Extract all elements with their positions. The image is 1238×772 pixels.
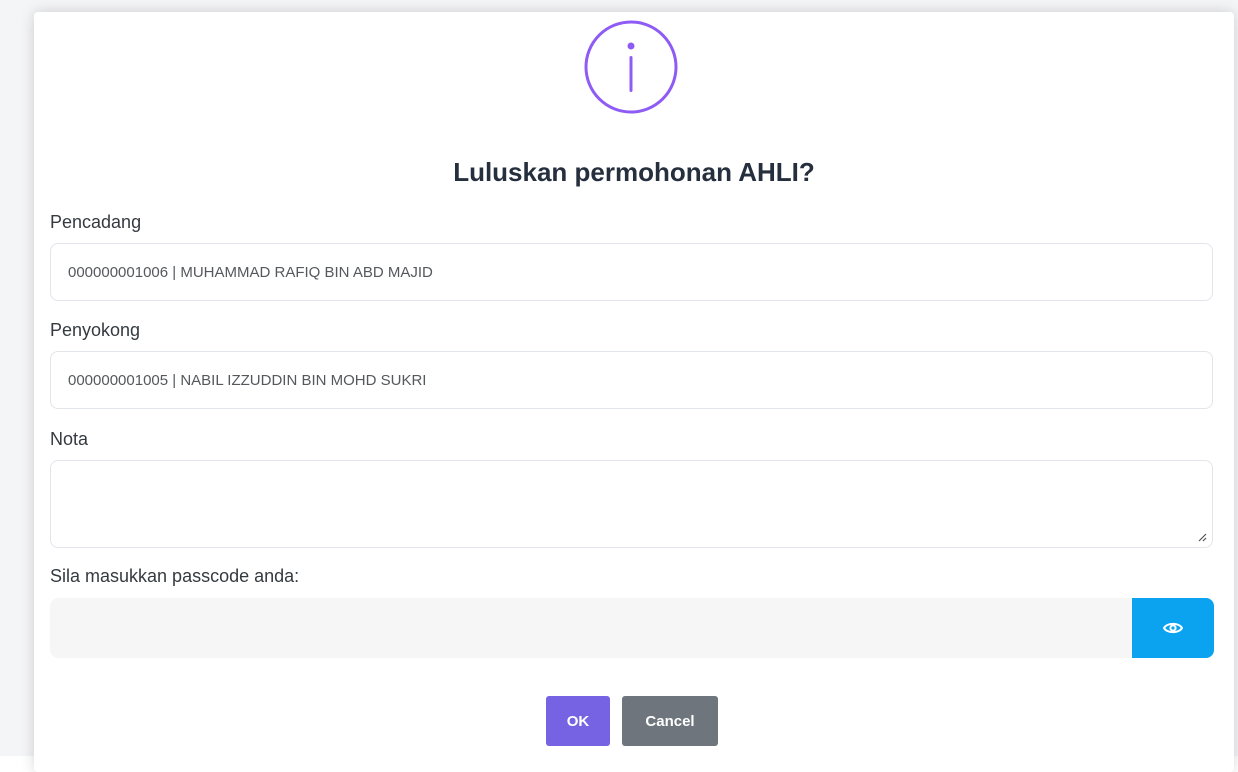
ok-button[interactable]: OK <box>546 696 610 746</box>
penyokong-label: Penyokong <box>50 320 141 340</box>
passcode-label: Sila masukkan passcode anda: <box>50 566 300 586</box>
penyokong-field[interactable]: 000000001005 | NABIL IZZUDDIN BIN MOHD S… <box>50 351 1213 409</box>
eye-icon <box>1163 622 1183 634</box>
toggle-passcode-visibility-button[interactable] <box>1132 598 1214 658</box>
info-icon <box>584 20 678 114</box>
dialog-title: Luluskan permohonan AHLI? <box>453 157 815 187</box>
passcode-group <box>50 598 1214 658</box>
cancel-button[interactable]: Cancel <box>622 696 718 746</box>
resize-handle-icon[interactable] <box>1197 532 1207 542</box>
pencadang-label: Pencadang <box>50 212 142 232</box>
passcode-input[interactable] <box>50 598 1132 658</box>
nota-textarea[interactable] <box>50 460 1213 548</box>
approval-dialog: Luluskan permohonan AHLI? Pencadang 0000… <box>34 12 1234 772</box>
nota-label: Nota <box>50 429 89 449</box>
pencadang-field[interactable]: 000000001006 | MUHAMMAD RAFIQ BIN ABD MA… <box>50 243 1213 301</box>
